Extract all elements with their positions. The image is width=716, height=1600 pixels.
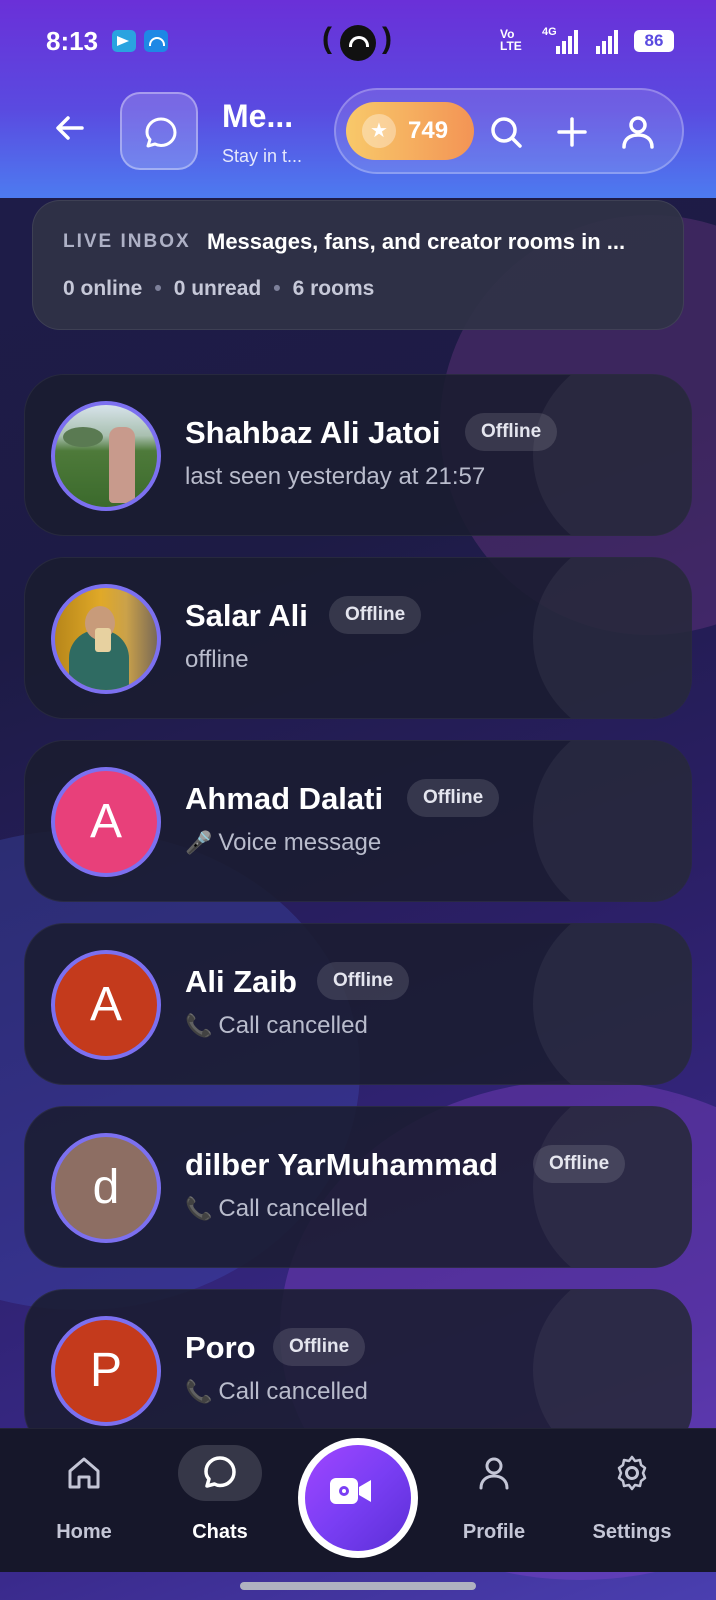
chat-preview-text: Voice message <box>218 829 382 856</box>
network-type-label: 4G <box>542 26 557 38</box>
new-chat-button[interactable] <box>552 112 592 152</box>
chat-name: Ahmad Dalati <box>185 781 384 816</box>
nav-profile[interactable]: Profile <box>434 1429 554 1573</box>
status-badge: Offline <box>407 779 500 817</box>
status-badge: Offline <box>317 962 410 1000</box>
home-indicator[interactable] <box>240 1582 476 1590</box>
chat-row[interactable]: d dilber YarMuhammad Offline 📞 Call cance… <box>24 1106 692 1268</box>
chat-row[interactable]: A Ahmad Dalati Offline 🎤 Voice message <box>24 740 692 902</box>
telegram-icon <box>112 30 136 52</box>
status-time: 8:13 <box>46 26 99 56</box>
online-count: 0 online <box>63 277 143 300</box>
microphone-icon: 🎤 <box>185 830 213 855</box>
chat-name: Ali Zaib <box>185 964 297 999</box>
plus-icon <box>557 117 587 147</box>
status-bar: 8:13 ( ) Vo LTE 4G 86 <box>0 0 716 80</box>
chat-preview: last seen yesterday at 21:57 <box>185 463 485 491</box>
avatar-letter: P <box>89 1344 122 1397</box>
live-inbox-tag: LIVE INBOX <box>63 231 191 252</box>
hotspot-icon <box>144 30 168 52</box>
avatar: d <box>51 1133 161 1243</box>
avatar <box>51 584 161 694</box>
chat-name: Shahbaz Ali Jatoi <box>185 415 441 450</box>
signal-bars-icon <box>596 30 622 54</box>
phone-icon: 📞 <box>185 1379 213 1404</box>
avatar: A <box>51 950 161 1060</box>
user-icon <box>479 1457 509 1490</box>
gear-icon <box>617 1455 647 1491</box>
nav-chats-label: Chats <box>192 1521 248 1543</box>
unread-count: 0 unread <box>173 277 262 300</box>
chat-row[interactable]: P Poro Offline 📞 Call cancelled <box>24 1289 692 1451</box>
chat-preview: 🎤 Voice message <box>185 829 381 857</box>
status-badge: Offline <box>273 1328 366 1366</box>
live-inbox-banner: LIVE INBOX Messages, fans, and creator r… <box>32 200 684 330</box>
live-inbox-stats: 0 online • 0 unread • 6 rooms <box>63 277 375 300</box>
nav-settings[interactable]: Settings <box>572 1429 692 1573</box>
chat-preview: 📞 Call cancelled <box>185 1012 368 1040</box>
avatar: A <box>51 767 161 877</box>
star-icon: ★ <box>362 114 396 148</box>
back-button[interactable] <box>52 110 88 146</box>
avatar <box>51 401 161 511</box>
signal-bars-icon <box>556 30 582 54</box>
status-badge: Offline <box>533 1145 626 1183</box>
arrow-left-icon <box>56 116 84 140</box>
camera-privacy-indicator: ( ) <box>322 22 394 62</box>
nav-chats[interactable]: Chats <box>160 1429 280 1573</box>
profile-button[interactable] <box>618 112 658 152</box>
nav-home-label: Home <box>56 1521 112 1543</box>
avatar-letter: d <box>92 1161 120 1214</box>
coin-count: 749 <box>408 117 449 144</box>
app-header: 8:13 ( ) Vo LTE 4G 86 Me... Stay in t...… <box>0 0 716 198</box>
user-icon <box>622 116 654 149</box>
chat-name: Salar Ali <box>185 598 308 633</box>
chat-row[interactable]: Shahbaz Ali Jatoi Offline last seen yest… <box>24 374 692 536</box>
phone-icon: 📞 <box>185 1196 213 1221</box>
chat-preview-text: Call cancelled <box>218 1195 368 1222</box>
avatar-letter: A <box>89 978 122 1031</box>
rooms-count: 6 rooms <box>292 277 375 300</box>
search-icon <box>491 117 522 148</box>
chat-bubble-icon <box>204 1456 236 1488</box>
header-actions: ★ 749 <box>334 88 684 174</box>
messages-app-icon <box>120 92 198 170</box>
chat-preview: offline <box>185 646 249 674</box>
avatar: P <box>51 1316 161 1426</box>
battery-indicator: 86 <box>634 30 674 52</box>
chat-preview-text: Call cancelled <box>218 1012 368 1039</box>
home-icon <box>68 1457 100 1489</box>
nav-settings-label: Settings <box>592 1521 672 1543</box>
chat-preview-text: last seen yesterday at 21:57 <box>185 463 486 490</box>
search-button[interactable] <box>486 112 526 152</box>
chat-preview-text: offline <box>185 646 249 673</box>
nav-profile-label: Profile <box>462 1521 526 1543</box>
chat-row[interactable]: Salar Ali Offline offline <box>24 557 692 719</box>
video-call-button[interactable] <box>298 1438 418 1558</box>
avatar-letter: A <box>89 795 122 848</box>
chat-name: Poro <box>185 1330 256 1365</box>
status-badge: Offline <box>329 596 422 634</box>
chat-row[interactable]: A Ali Zaib Offline 📞 Call cancelled <box>24 923 692 1085</box>
volte-label: Vo LTE <box>500 27 522 53</box>
chat-preview-text: Call cancelled <box>218 1378 368 1405</box>
chat-name: dilber YarMuhammad <box>185 1147 498 1182</box>
chat-preview: 📞 Call cancelled <box>185 1195 368 1223</box>
page-subtitle: Stay in t... <box>222 146 303 166</box>
video-camera-icon <box>330 1478 371 1504</box>
chat-bubble-icon <box>145 117 177 148</box>
live-inbox-description: Messages, fans, and creator rooms in ... <box>207 229 626 254</box>
chat-preview: 📞 Call cancelled <box>185 1378 368 1406</box>
page-title: Me... <box>222 98 294 134</box>
status-badge: Offline <box>465 413 558 451</box>
coin-balance-button[interactable]: ★ 749 <box>346 102 474 160</box>
phone-icon: 📞 <box>185 1013 213 1038</box>
nav-home[interactable]: Home <box>24 1429 144 1573</box>
